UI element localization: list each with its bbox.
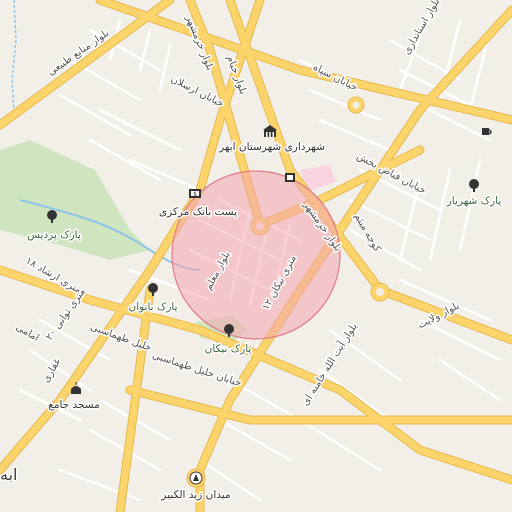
map-canvas[interactable]: بلوار منابع طبیعی بلوار خرمشهر بلوار خیا… [0, 0, 512, 512]
poi-label-post-bank: پست بانک مرکزی [159, 206, 237, 218]
poi-label-jame-mosque: مسجد جامع [48, 399, 100, 411]
post-bank-icon[interactable]: $ [189, 189, 201, 198]
poi-label-zeid-square: میدان زید الکبیر [160, 489, 230, 501]
monument-icon[interactable] [189, 471, 203, 485]
bank-icon-north[interactable] [285, 173, 295, 182]
map-view[interactable]: بلوار منابع طبیعی بلوار خرمشهر بلوار خیا… [0, 0, 512, 512]
poi-label-city-edge: ابه [0, 465, 17, 484]
poi-label-pardis-park: پارک پردیس [27, 229, 81, 241]
svg-text:$: $ [193, 191, 197, 198]
poi-label-city-hall: شهرداری شهرستان ابهر [218, 141, 325, 153]
poi-label-nikan-park: پارک نیکان [205, 343, 252, 355]
poi-label-shahriar-park: پارک شهریار [446, 195, 502, 207]
poi-label-banovan-park: پارک بانوان [128, 301, 177, 313]
